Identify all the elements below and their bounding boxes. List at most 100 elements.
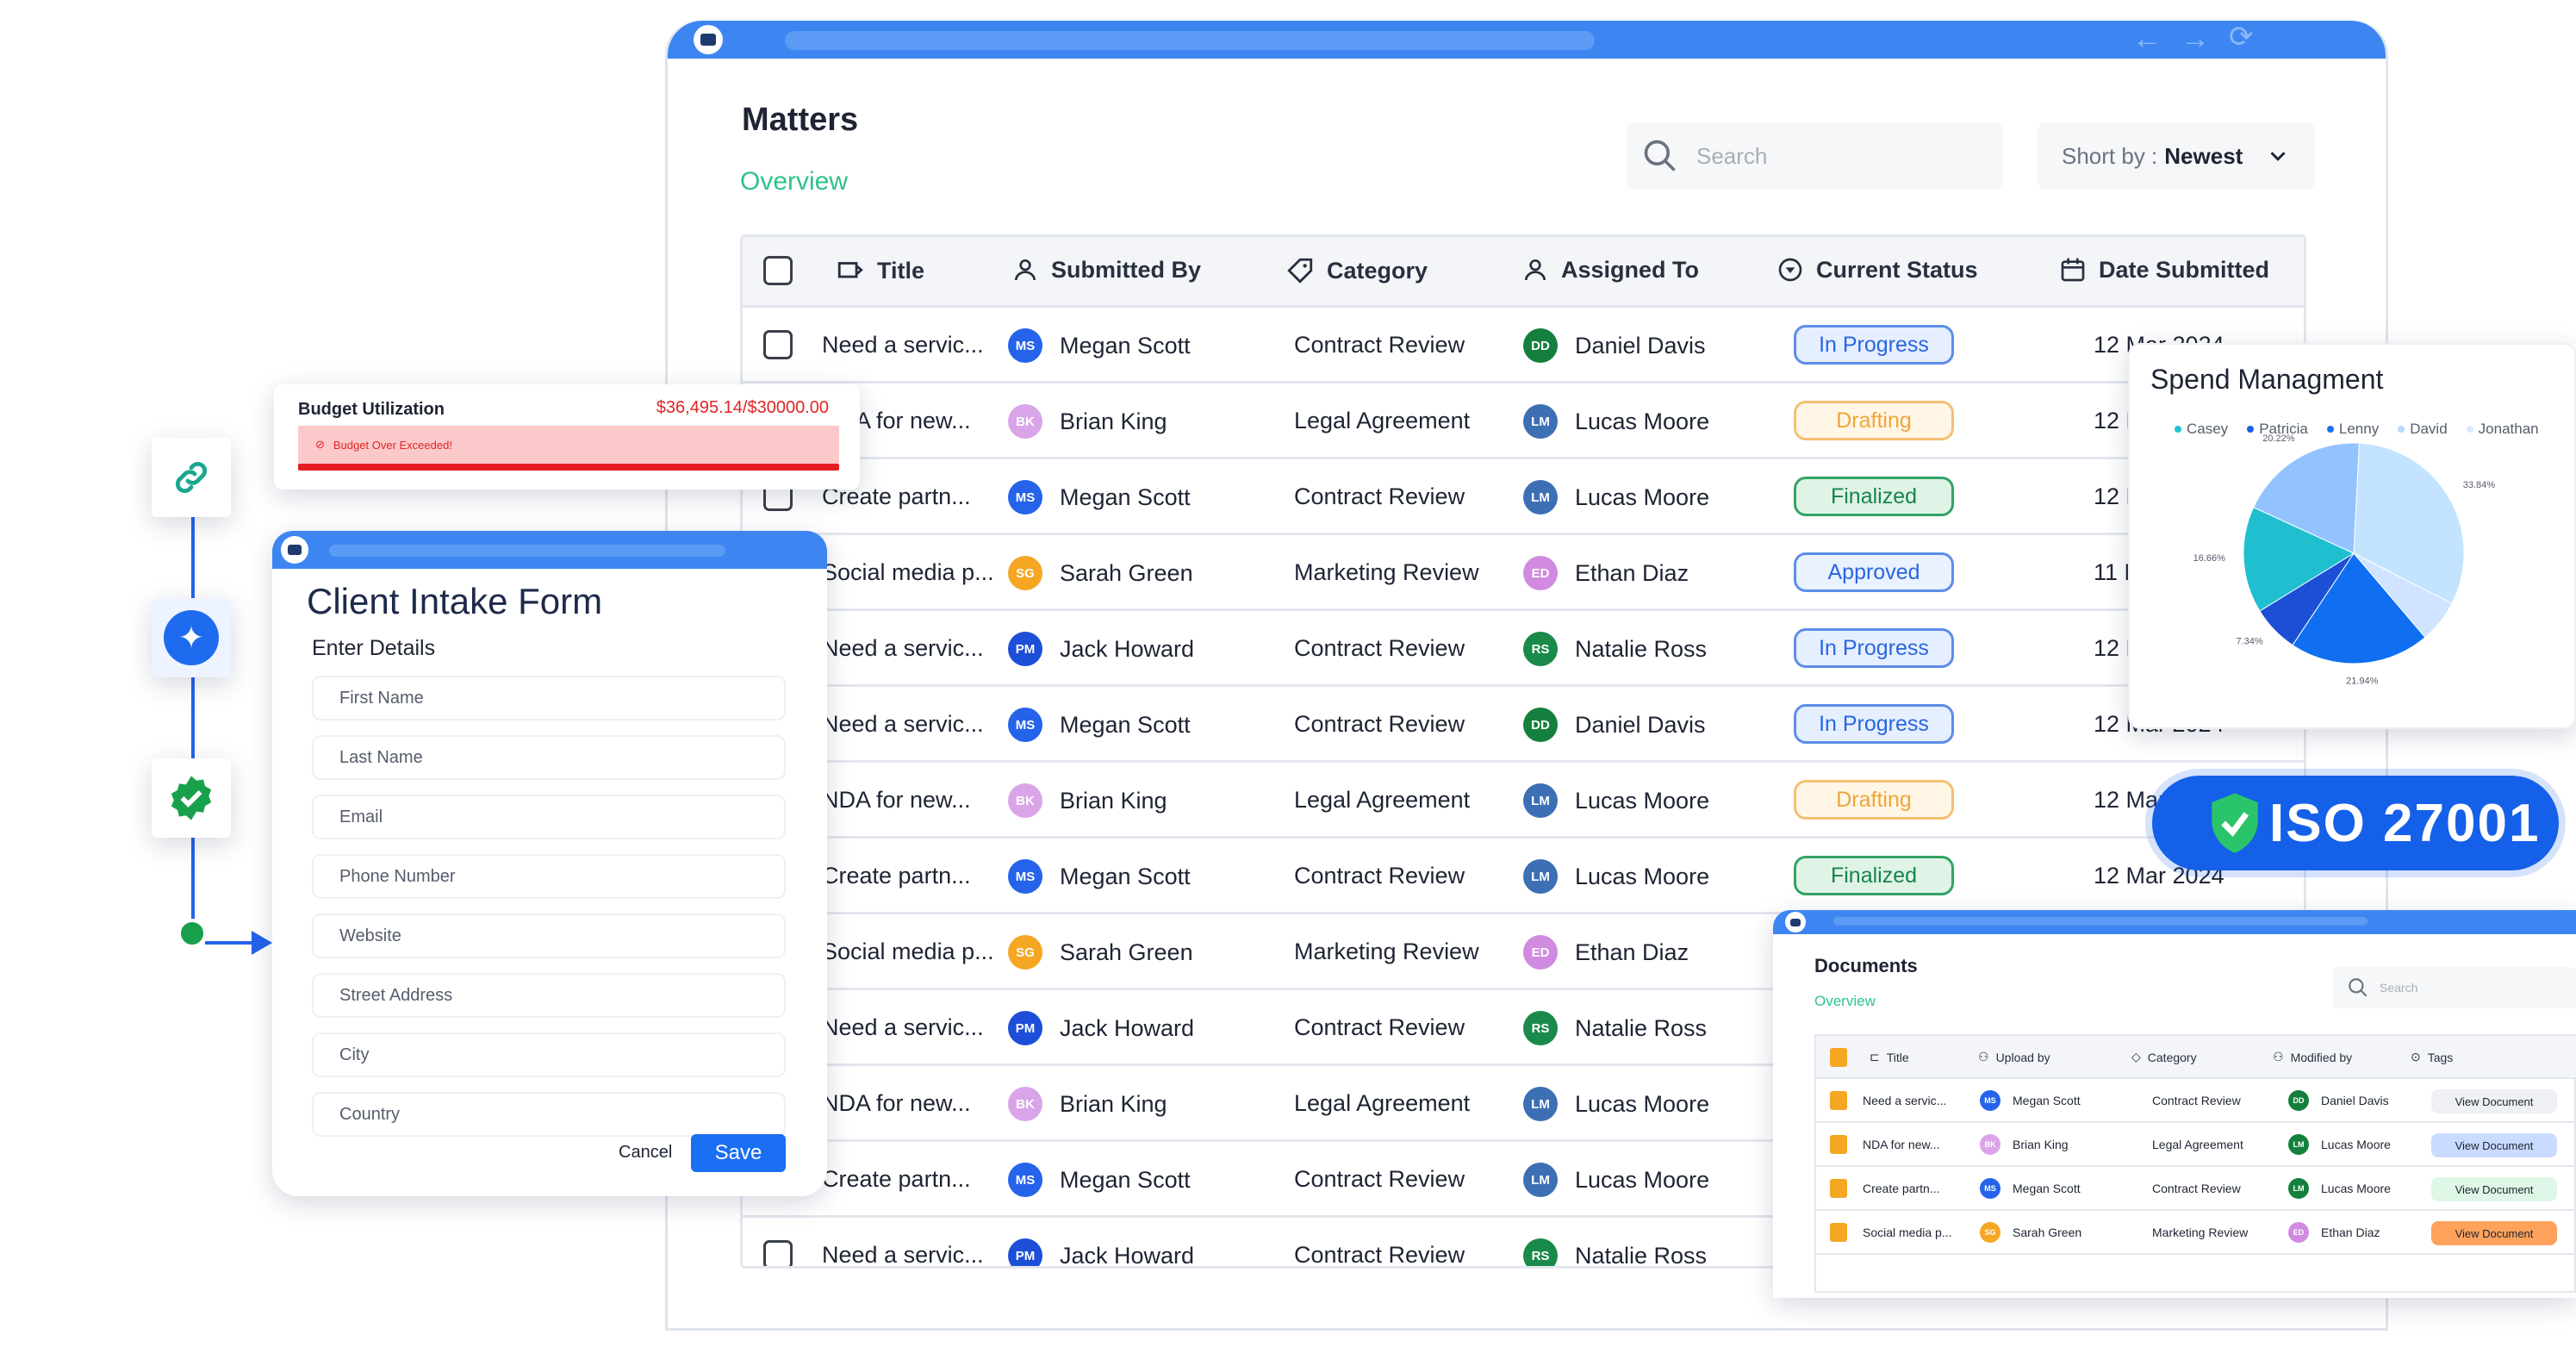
table-row[interactable]: Need a servic... MS Megan Scott Contract… xyxy=(743,687,2304,763)
avatar: PM xyxy=(1008,1011,1042,1045)
row-title[interactable]: Need a servic... xyxy=(822,1242,984,1266)
status-badge[interactable]: Drafting xyxy=(1794,780,1954,820)
docs-table-row[interactable]: NDA for new... BK Brian King Legal Agree… xyxy=(1816,1123,2576,1167)
row-assigned-to: DD Daniel Davis xyxy=(1523,328,1706,363)
search-icon xyxy=(2349,978,2368,997)
rail-step-verified[interactable] xyxy=(152,758,231,838)
back-icon[interactable]: ← xyxy=(2132,24,2162,53)
docs-col-tags[interactable]: ⊙ Tags xyxy=(2411,1050,2453,1064)
row-submitted-by: PM Jack Howard xyxy=(1008,1011,1194,1045)
slice-label: 33.84% xyxy=(2463,480,2496,490)
col-title[interactable]: Title xyxy=(836,256,924,285)
row-category: Contract Review xyxy=(1294,1242,1465,1268)
budget-title: Budget Utilization xyxy=(298,400,445,419)
form-field-first-name[interactable]: First Name xyxy=(312,676,786,720)
modifier-name: Daniel Davis xyxy=(2321,1094,2389,1107)
form-field-city[interactable]: City xyxy=(312,1032,786,1077)
docs-table-row[interactable]: Need a servic... MS Megan Scott Contract… xyxy=(1816,1079,2576,1123)
user-icon: ⚇ xyxy=(2273,1050,2284,1063)
docs-table-row[interactable]: Social media p... SG Sarah Green Marketi… xyxy=(1816,1211,2576,1255)
row-category: Contract Review xyxy=(1294,483,1465,509)
form-field-email[interactable]: Email xyxy=(312,795,786,839)
status-badge[interactable]: Finalized xyxy=(1794,856,1954,895)
col-current-status[interactable]: Current Status xyxy=(1776,256,1978,284)
table-row[interactable]: Need a servic... MS Megan Scott Contract… xyxy=(743,308,2304,384)
submitter-name: Jack Howard xyxy=(1060,1014,1195,1041)
link-icon xyxy=(175,461,208,494)
form-field-website[interactable]: Website xyxy=(312,914,786,958)
docs-col-upload[interactable]: ⚇ Upload by xyxy=(1978,1050,2050,1064)
row-title[interactable]: Need a servic... xyxy=(822,332,984,359)
view-document-button[interactable]: View Document xyxy=(2431,1177,2557,1201)
row-assigned-to: LM Lucas Moore xyxy=(1523,1163,1709,1197)
cancel-button[interactable]: Cancel xyxy=(619,1143,672,1163)
status-badge[interactable]: In Progress xyxy=(1794,325,1954,365)
table-row[interactable]: Need a servic... PM Jack Howard Contract… xyxy=(743,611,2304,687)
doc-uploader: MS Megan Scott xyxy=(1980,1090,2081,1111)
rail-step-ai[interactable]: ✦ xyxy=(152,598,231,677)
form-field-last-name[interactable]: Last Name xyxy=(312,735,786,780)
address-bar[interactable] xyxy=(785,31,1595,50)
table-row[interactable]: Social media p... SG Sarah Green Marketi… xyxy=(743,535,2304,611)
table-row[interactable]: NDA for new... BK Brian King Legal Agree… xyxy=(743,763,2304,839)
row-status: Drafting xyxy=(1794,780,1954,820)
forward-icon[interactable]: → xyxy=(2181,24,2210,53)
row-title[interactable]: NDA for new... xyxy=(822,787,971,814)
table-row[interactable]: NDA for new... BK Brian King Legal Agree… xyxy=(743,384,2304,459)
select-all-checkbox[interactable] xyxy=(763,256,793,285)
docs-table-row[interactable]: Create partn... MS Megan Scott Contract … xyxy=(1816,1167,2576,1211)
col-category[interactable]: Category xyxy=(1285,256,1428,285)
col-assigned-to[interactable]: Assigned To xyxy=(1521,256,1699,284)
row-status: Finalized xyxy=(1794,856,1954,895)
file-icon xyxy=(1830,1223,1847,1242)
docs-col-category[interactable]: ◇ Category xyxy=(2131,1050,2197,1064)
row-category: Contract Review xyxy=(1294,635,1465,661)
status-badge[interactable]: Finalized xyxy=(1794,477,1954,516)
col-category-label: Category xyxy=(1327,257,1428,284)
doc-title[interactable]: Create partn... xyxy=(1863,1182,1940,1195)
table-header: Title Submitted By Category Assigned To … xyxy=(743,237,2304,308)
view-document-button[interactable]: View Document xyxy=(2431,1221,2557,1245)
status-badge[interactable]: In Progress xyxy=(1794,704,1954,744)
col-submitted-by[interactable]: Submitted By xyxy=(1011,256,1201,284)
sort-dropdown[interactable]: Short by : Newest xyxy=(2038,122,2315,190)
assignee-name: Lucas Moore xyxy=(1575,483,1710,510)
status-badge[interactable]: In Progress xyxy=(1794,628,1954,668)
row-checkbox[interactable] xyxy=(763,1240,793,1266)
view-document-button[interactable]: View Document xyxy=(2431,1133,2557,1157)
row-title[interactable]: Create partn... xyxy=(822,863,971,889)
row-title[interactable]: Need a servic... xyxy=(822,635,984,662)
view-document-button[interactable]: View Document xyxy=(2431,1089,2557,1113)
rail-step-link[interactable] xyxy=(152,438,231,517)
doc-title[interactable]: NDA for new... xyxy=(1863,1138,1939,1151)
overview-tab[interactable]: Overview xyxy=(740,167,848,196)
status-badge[interactable]: Drafting xyxy=(1794,401,1954,440)
row-title[interactable]: Create partn... xyxy=(822,1166,971,1193)
form-field-phone-number[interactable]: Phone Number xyxy=(312,854,786,899)
save-button[interactable]: Save xyxy=(691,1134,786,1172)
doc-title[interactable]: Need a servic... xyxy=(1863,1094,1946,1107)
docs-search[interactable]: Search xyxy=(2333,967,2576,1008)
table-row[interactable]: Create partn... MS Megan Scott Contract … xyxy=(743,839,2304,914)
row-title[interactable]: NDA for new... xyxy=(822,1090,971,1117)
row-title[interactable]: Need a servic... xyxy=(822,1014,984,1041)
row-checkbox[interactable] xyxy=(763,330,793,359)
doc-title[interactable]: Social media p... xyxy=(1863,1225,1952,1239)
row-assigned-to: LM Lucas Moore xyxy=(1523,859,1709,894)
form-field-street-address[interactable]: Street Address xyxy=(312,973,786,1018)
table-row[interactable]: Create partn... MS Megan Scott Contract … xyxy=(743,459,2304,535)
docs-col-title[interactable]: ⊏ Title xyxy=(1870,1050,1909,1064)
form-field-country[interactable]: Country xyxy=(312,1092,786,1137)
row-title[interactable]: Need a servic... xyxy=(822,711,984,738)
submitter-name: Megan Scott xyxy=(1060,1166,1191,1193)
row-title[interactable]: Social media p... xyxy=(822,559,994,586)
rail-arrow-line xyxy=(205,941,257,945)
docs-col-modified[interactable]: ⚇ Modified by xyxy=(2273,1050,2352,1064)
status-badge[interactable]: Approved xyxy=(1794,552,1954,592)
row-title[interactable]: Social media p... xyxy=(822,939,994,965)
col-date-submitted[interactable]: Date Submitted xyxy=(2059,256,2269,284)
avatar: MS xyxy=(1980,1178,2000,1199)
docs-overview-tab[interactable]: Overview xyxy=(1814,993,1876,1010)
search-box[interactable]: Search xyxy=(1626,122,2003,190)
refresh-icon[interactable]: ⟳ xyxy=(2229,22,2254,52)
